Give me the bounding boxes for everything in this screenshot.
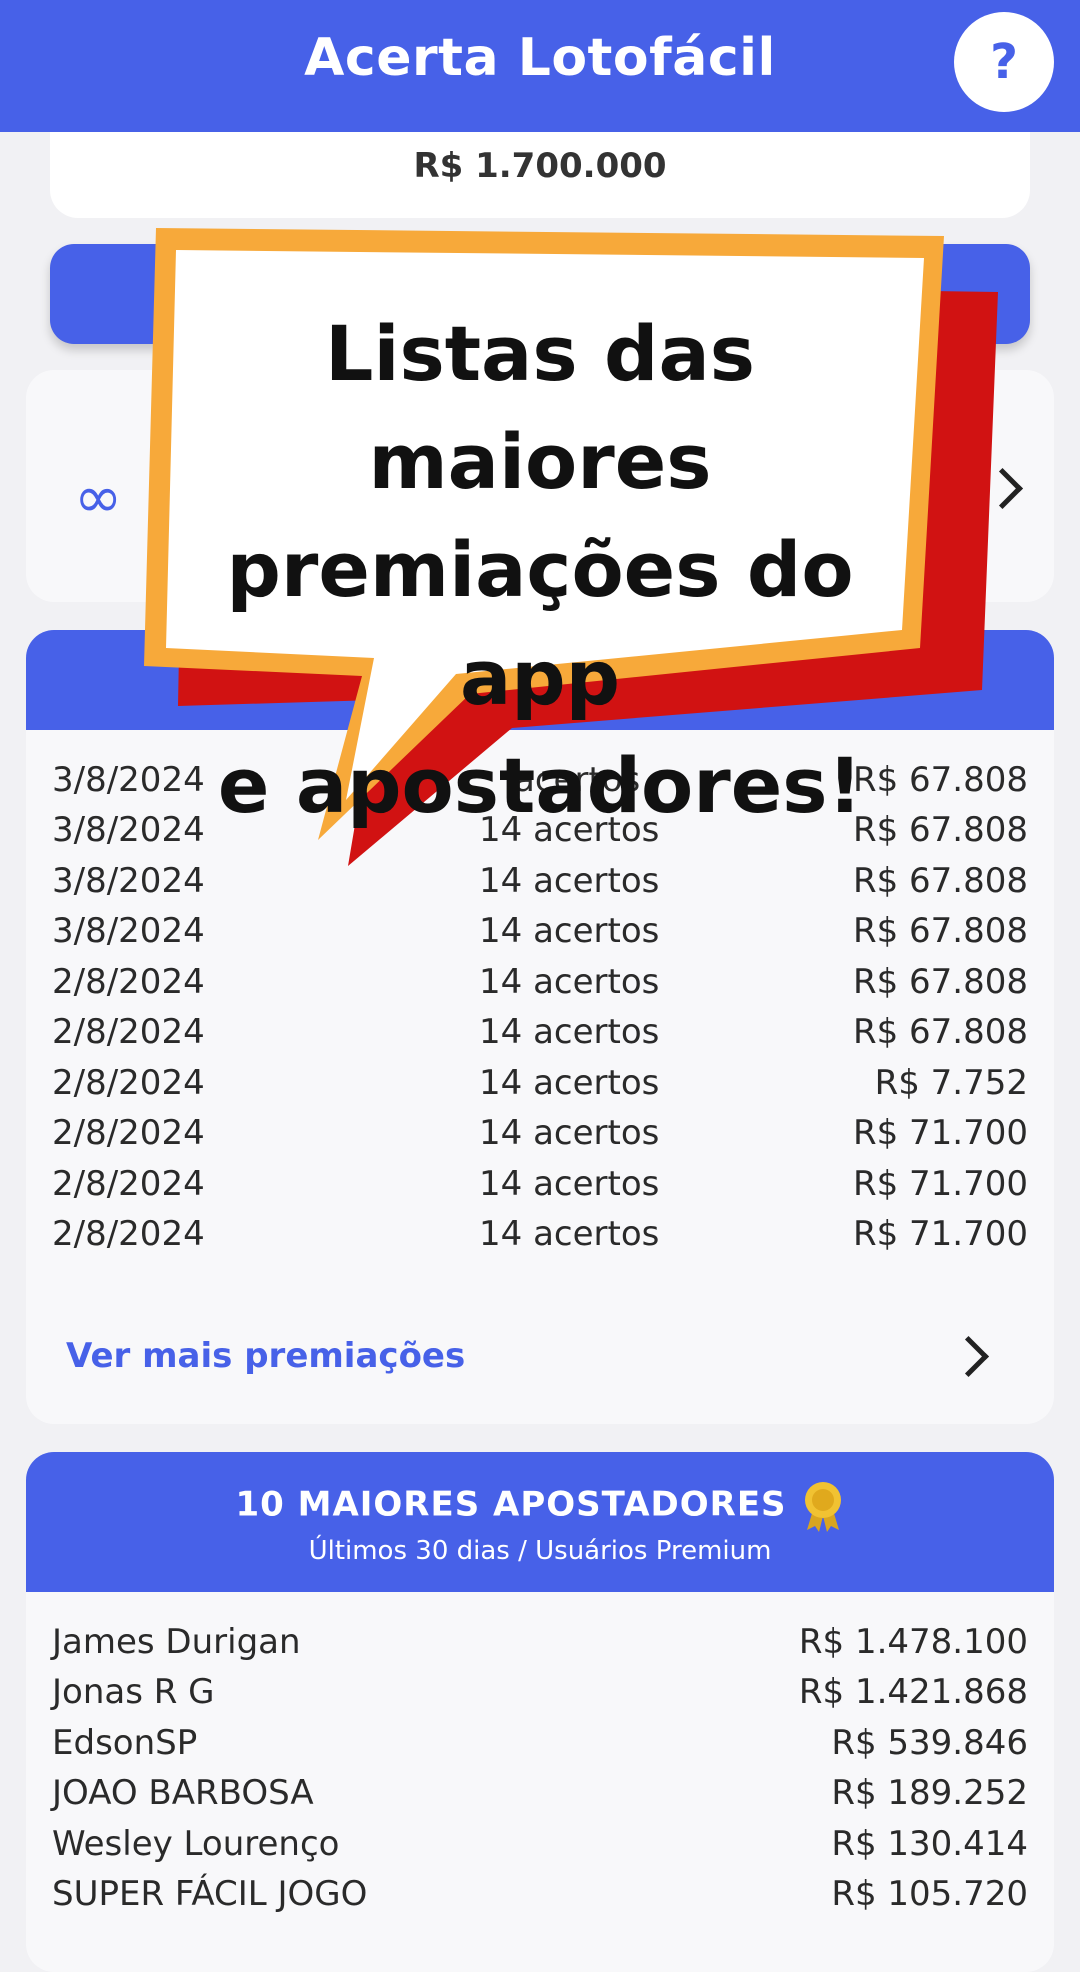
chevron-right-icon[interactable]	[947, 1335, 990, 1378]
top-bettors-subtitle: Últimos 30 dias / Usuários Premium	[308, 1536, 772, 1566]
prize-row: 2/8/2024 14 acertos R$ 71.700	[52, 1214, 1028, 1264]
promo-line: e apostadores!	[217, 741, 863, 830]
bettor-amount: R$ 1.421.868	[798, 1672, 1028, 1712]
see-more-prizes-link[interactable]: Ver mais premiações	[66, 1336, 465, 1376]
prize-row: 2/8/2024 14 acertos R$ 67.808	[52, 1012, 1028, 1062]
prize-date: 2/8/2024	[52, 1164, 205, 1204]
prize-hits: 14 acertos	[479, 1113, 660, 1153]
bettor-row: EdsonSP R$ 539.846	[52, 1723, 1028, 1773]
prize-date: 2/8/2024	[52, 1113, 205, 1153]
prize-row: 2/8/2024 14 acertos R$ 71.700	[52, 1164, 1028, 1214]
medal-icon	[804, 1482, 841, 1532]
prize-hits: 14 acertos	[479, 1164, 660, 1204]
prize-amount: R$ 67.808	[852, 911, 1028, 951]
bettor-row: James Durigan R$ 1.478.100	[52, 1622, 1028, 1672]
prize-date: 2/8/2024	[52, 1012, 205, 1052]
bettor-name: EdsonSP	[52, 1723, 198, 1763]
prize-row: 2/8/2024 14 acertos R$ 67.808	[52, 962, 1028, 1012]
bettor-row: JOAO BARBOSA R$ 189.252	[52, 1773, 1028, 1823]
promo-bubble-text: Listas das maiores premiações do app e a…	[170, 300, 910, 840]
prize-amount: R$ 67.808	[852, 962, 1028, 1002]
prize-hits: 14 acertos	[479, 962, 660, 1002]
prize-row: 2/8/2024 14 acertos R$ 7.752	[52, 1063, 1028, 1113]
bettor-amount: R$ 189.252	[831, 1773, 1028, 1813]
bettor-name: SUPER FÁCIL JOGO	[52, 1874, 368, 1914]
prize-date: 2/8/2024	[52, 1214, 205, 1254]
prize-hits: 14 acertos	[479, 1063, 660, 1103]
prize-row: 3/8/2024 14 acertos R$ 67.808	[52, 911, 1028, 961]
bettor-amount: R$ 130.414	[831, 1824, 1028, 1864]
top-bettors-title-line: 10 MAIORES APOSTADORES	[26, 1480, 1054, 1532]
bettor-row: Jonas R G R$ 1.421.868	[52, 1672, 1028, 1722]
prize-date: 2/8/2024	[52, 962, 205, 1002]
prize-hits: 14 acertos	[479, 911, 660, 951]
prize-amount: R$ 71.700	[852, 1164, 1028, 1204]
bettor-amount: R$ 105.720	[831, 1874, 1028, 1914]
top-bettors-title: 10 MAIORES APOSTADORES	[235, 1484, 787, 1525]
bettor-name: James Durigan	[52, 1622, 301, 1662]
bettor-amount: R$ 1.478.100	[798, 1622, 1028, 1662]
promo-line: Listas das maiores	[325, 309, 755, 506]
bettor-name: Wesley Lourenço	[52, 1824, 340, 1864]
bettor-amount: R$ 539.846	[831, 1723, 1028, 1763]
prize-amount: R$ 71.700	[852, 1113, 1028, 1153]
prize-amount: R$ 71.700	[852, 1214, 1028, 1254]
bettor-row: SUPER FÁCIL JOGO R$ 105.720	[52, 1874, 1028, 1924]
bettor-name: JOAO BARBOSA	[52, 1773, 314, 1813]
promo-line: premiações do app	[226, 525, 854, 722]
top-bettors-header: 10 MAIORES APOSTADORES Últimos 30 dias /…	[26, 1452, 1054, 1592]
prize-date: 2/8/2024	[52, 1063, 205, 1103]
prize-amount: R$ 67.808	[852, 1012, 1028, 1052]
prize-amount: R$ 7.752	[874, 1063, 1028, 1103]
prize-hits: 14 acertos	[479, 1214, 660, 1254]
top-bettors-card: 10 MAIORES APOSTADORES Últimos 30 dias /…	[26, 1452, 1054, 1972]
bettor-name: Jonas R G	[52, 1672, 215, 1712]
prize-row: 2/8/2024 14 acertos R$ 71.700	[52, 1113, 1028, 1163]
prize-date: 3/8/2024	[52, 911, 205, 951]
bettor-row: Wesley Lourenço R$ 130.414	[52, 1824, 1028, 1874]
prize-hits: 14 acertos	[479, 1012, 660, 1052]
